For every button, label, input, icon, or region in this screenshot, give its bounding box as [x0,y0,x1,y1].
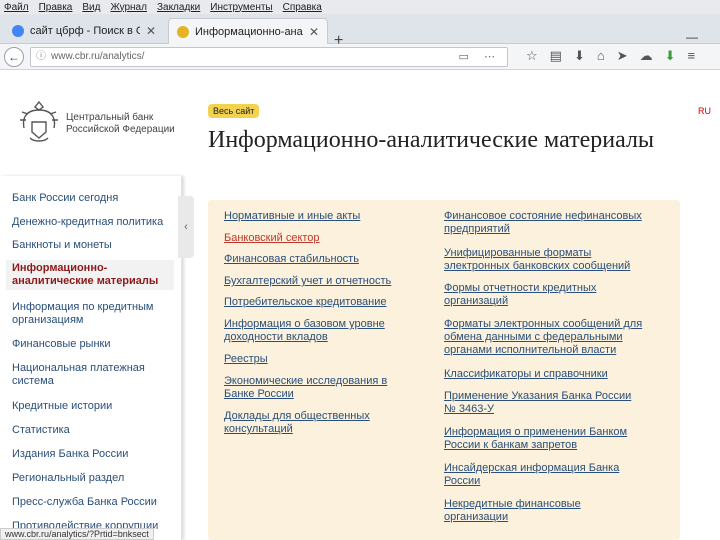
sidebar-item-press-service[interactable]: Пресс-служба Банка России [12,496,172,509]
shield-icon[interactable]: ⬇ [665,48,676,64]
menu-help[interactable]: Справка [283,2,322,13]
menu-history[interactable]: Журнал [110,2,147,13]
sidebar-item-regional[interactable]: Региональный раздел [12,472,172,485]
link-insider-information[interactable]: Инсайдерская информация Банка России [444,462,644,488]
bank-name-line1: Центральный банк [66,112,154,123]
home-icon[interactable]: ⌂ [597,48,605,64]
bank-name-line2: Российской Федерации [66,124,175,135]
link-financial-stability[interactable]: Финансовая стабильность [224,253,420,266]
link-deposit-yield[interactable]: Информация о базовом уровне доходности в… [224,318,420,344]
link-accounting[interactable]: Бухгалтерский учет и отчетность [224,275,420,288]
sidebar-item-banknotes[interactable]: Банкноты и монеты [12,239,172,252]
link-consultation-reports[interactable]: Доклады для общественных консультаций [224,410,420,436]
bookmark-star-icon[interactable]: ☆ [526,48,538,64]
site-search-badge[interactable]: Весь сайт [208,104,260,118]
tab-bar: сайт цбрф - Поиск в Goo... ✕ Информацион… [0,14,720,49]
tab-title: сайт цбрф - Поиск в Goo... [30,25,140,37]
sidebar-item-credit-organizations[interactable]: Информация по кредитным организациям [12,301,172,327]
sidebar: Банк России сегодня Денежно-кредитная по… [0,176,182,540]
tab-analytics[interactable]: Информационно-аналит... ✕ [168,18,328,44]
sidebar-item-statistics[interactable]: Статистика [12,424,172,437]
tab-google-search[interactable]: сайт цбрф - Поиск в Goo... ✕ [4,18,164,44]
send-icon[interactable]: ➤ [617,48,628,64]
sidebar-item-bank-today[interactable]: Банк России сегодня [12,192,172,205]
menu-view[interactable]: Вид [82,2,100,13]
link-banking-sector[interactable]: Банковский сектор [224,232,420,245]
sidebar-item-monetary-policy[interactable]: Денежно-кредитная политика [12,216,172,229]
download-icon[interactable]: ⬇ [574,48,585,64]
toolbar-icons: ☆ ▤ ⬇ ⌂ ➤ ☁ ⬇ ≡ [526,48,695,64]
link-unified-formats[interactable]: Унифицированные форматы электронных банк… [444,247,644,273]
sidebar-item-financial-markets[interactable]: Финансовые рынки [12,338,172,351]
back-button[interactable]: ← [4,47,24,67]
link-economic-research[interactable]: Экономические исследования в Банке Росси… [224,375,420,401]
close-tab-icon[interactable]: ✕ [146,24,156,38]
google-icon [12,25,24,37]
menu-tools[interactable]: Инструменты [210,2,272,13]
link-registers[interactable]: Реестры [224,353,420,366]
menu-bar: Файл Правка Вид Журнал Закладки Инструме… [0,0,720,14]
cbr-favicon-icon [177,25,189,38]
language-link[interactable]: RU [698,106,711,116]
url-text: www.cbr.ru/analytics/ [51,51,145,62]
links-panel: Нормативные и иные акты Банковский секто… [208,200,680,540]
link-reporting-forms[interactable]: Формы отчетности кредитных организаций [444,282,644,308]
sidebar-collapse-button[interactable]: ‹ [178,196,194,258]
url-action-icons[interactable]: ▭ ⋯ [459,48,501,66]
navigation-bar: ← ⓘ www.cbr.ru/analytics/ ▭ ⋯ ☆ ▤ ⬇ ⌂ ➤ … [0,44,720,70]
menu-file[interactable]: Файл [4,2,29,13]
menu-edit[interactable]: Правка [39,2,73,13]
link-nonfinancial-enterprises[interactable]: Финансовое состояние нефинансовых предпр… [444,210,644,236]
bank-logo [20,100,58,142]
link-regulations[interactable]: Нормативные и иные акты [224,210,420,223]
menu-bookmarks[interactable]: Закладки [157,2,200,13]
sidebar-item-payment-system[interactable]: Национальная платежная система [12,362,172,388]
bank-name: Центральный банк Российской Федерации [66,112,175,136]
chat-icon[interactable]: ☁ [640,48,653,64]
link-classifiers[interactable]: Классификаторы и справочники [444,368,644,381]
page-title: Информационно-аналитические материалы [208,127,655,153]
link-bank-prohibitions[interactable]: Информация о применении Банком России к … [444,426,644,452]
reading-list-icon[interactable]: ▤ [550,48,562,64]
sidebar-item-analytics[interactable]: Информационно-аналитические материалы [6,260,174,290]
info-icon[interactable]: ⓘ [36,48,46,66]
link-consumer-credit[interactable]: Потребительское кредитование [224,296,420,309]
link-noncredit-organizations[interactable]: Некредитные финансовые организации [444,498,644,524]
link-directive-3463[interactable]: Применение Указания Банка России № 3463-… [444,390,644,416]
url-input[interactable]: ⓘ www.cbr.ru/analytics/ ▭ ⋯ [30,47,508,67]
tab-title: Информационно-аналит... [195,25,303,38]
link-message-formats[interactable]: Форматы электронных сообщений для обмена… [444,318,644,357]
sidebar-item-credit-histories[interactable]: Кредитные истории [12,400,172,413]
status-bar: www.cbr.ru/analytics/?Prtid=bnksect [0,528,154,540]
sidebar-item-publications[interactable]: Издания Банка России [12,448,172,461]
menu-icon[interactable]: ≡ [688,48,696,64]
close-tab-icon[interactable]: ✕ [309,25,319,39]
minimize-icon[interactable]: — [686,30,698,44]
